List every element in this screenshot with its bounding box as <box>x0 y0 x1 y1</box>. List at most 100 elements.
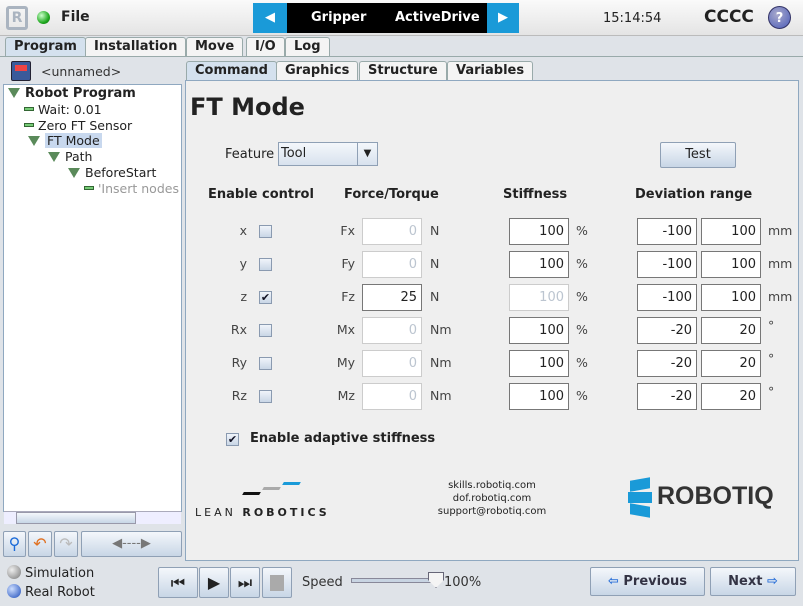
feature-label: Feature <box>225 147 275 162</box>
stiffness-unit: % <box>576 256 588 271</box>
undo-button[interactable]: ↶ <box>28 531 52 557</box>
deviation-min-input-x[interactable]: -100 <box>637 218 697 245</box>
step-button[interactable]: ⏭ <box>230 567 260 598</box>
enable-checkbox-x[interactable] <box>259 225 272 238</box>
tab-graphics[interactable]: Graphics <box>276 61 359 80</box>
current-program: ActiveDrive <box>395 10 480 25</box>
tab-structure[interactable]: Structure <box>359 61 447 80</box>
stiffness-unit: % <box>576 289 588 304</box>
enable-checkbox-ry[interactable] <box>259 357 272 370</box>
node-icon <box>24 107 34 111</box>
force-input-x[interactable]: 0 <box>362 218 422 245</box>
next-program-button[interactable]: ▶ <box>487 3 519 33</box>
move-node-button[interactable]: ◀----▶ <box>81 531 182 557</box>
tab-io[interactable]: I/O <box>246 37 285 56</box>
save-icon[interactable] <box>11 61 31 81</box>
stiffness-input-rz[interactable]: 100 <box>509 383 569 410</box>
help-icon[interactable]: ? <box>768 6 791 29</box>
feature-dropdown[interactable]: Tool ▼ <box>278 142 378 166</box>
tree-item-beforestart[interactable]: BeforeStart <box>68 165 156 180</box>
tree-label: Robot Program <box>25 86 136 101</box>
tree-item-insert-nodes[interactable]: 'Insert nodes <box>84 181 179 196</box>
enable-checkbox-z[interactable]: ✔ <box>259 291 272 304</box>
tree-item-path[interactable]: Path <box>48 149 92 164</box>
force-unit: N <box>430 289 440 304</box>
search-button[interactable]: ⚲ <box>3 531 26 557</box>
force-unit: N <box>430 256 440 271</box>
stiffness-input-y[interactable]: 100 <box>509 251 569 278</box>
simulation-radio[interactable]: Simulation <box>7 565 94 581</box>
play-button[interactable]: ▶ <box>199 567 229 598</box>
tab-variables[interactable]: Variables <box>447 61 534 80</box>
enable-checkbox-rx[interactable] <box>259 324 272 337</box>
deviation-max-input-y[interactable]: 100 <box>701 251 761 278</box>
node-icon <box>24 123 34 127</box>
enable-checkbox-rz[interactable] <box>259 390 272 403</box>
header-force-torque: Force/Torque <box>344 187 439 202</box>
tab-label: Log <box>294 39 321 54</box>
tab-log[interactable]: Log <box>285 37 330 56</box>
deviation-min-input-y[interactable]: -100 <box>637 251 697 278</box>
link-dof[interactable]: dof.robotiq.com <box>432 492 552 505</box>
deviation-max-input-z[interactable]: 100 <box>701 284 761 311</box>
test-label: Test <box>685 147 711 162</box>
speed-slider[interactable] <box>351 578 437 583</box>
ur-logo: R <box>6 6 28 30</box>
expand-icon <box>28 136 40 146</box>
stiffness-input-z[interactable]: 100 <box>509 284 569 311</box>
tree-item-robot-program[interactable]: Robot Program <box>8 86 136 101</box>
force-input-z[interactable]: 25 <box>362 284 422 311</box>
stiffness-input-ry[interactable]: 100 <box>509 350 569 377</box>
tree-item-wait[interactable]: Wait: 0.01 <box>24 102 102 117</box>
arrow-right-icon: ⇨ <box>766 574 778 589</box>
tab-label: Variables <box>456 63 525 78</box>
horizontal-scrollbar[interactable] <box>4 511 181 524</box>
force-input-y[interactable]: 0 <box>362 251 422 278</box>
previous-button[interactable]: ⇦ Previous <box>590 567 705 596</box>
redo-button[interactable]: ↷ <box>54 531 78 557</box>
deviation-min-input-rx[interactable]: -20 <box>637 317 697 344</box>
next-button[interactable]: Next ⇨ <box>710 567 796 596</box>
arrow-left-icon: ⇦ <box>607 574 619 589</box>
deviation-max-input-rx[interactable]: 20 <box>701 317 761 344</box>
expand-icon <box>68 168 80 178</box>
deviation-unit: mm <box>768 256 793 271</box>
deviation-min-input-ry[interactable]: -20 <box>637 350 697 377</box>
stop-button[interactable] <box>262 567 292 598</box>
enable-checkbox-y[interactable] <box>259 258 272 271</box>
program-selector[interactable]: Gripper ActiveDrive <box>287 3 487 33</box>
tree-label: Path <box>65 149 93 164</box>
tab-command[interactable]: Command <box>186 61 277 80</box>
adaptive-stiffness-checkbox[interactable]: ✔ <box>226 433 239 446</box>
test-button[interactable]: Test <box>660 142 736 168</box>
tree-item-ft-mode[interactable]: FT Mode <box>28 133 102 148</box>
tab-program[interactable]: Program <box>5 37 86 56</box>
tab-installation[interactable]: Installation <box>85 37 187 56</box>
prev-program-button[interactable]: ◀ <box>253 3 287 33</box>
deviation-min-input-rz[interactable]: -20 <box>637 383 697 410</box>
link-support[interactable]: support@robotiq.com <box>432 505 552 518</box>
rewind-button[interactable]: ⏮ <box>158 567 198 598</box>
stiffness-input-x[interactable]: 100 <box>509 218 569 245</box>
deviation-min-input-z[interactable]: -100 <box>637 284 697 311</box>
tree-item-zero-ft[interactable]: Zero FT Sensor <box>24 118 132 133</box>
force-input-ry[interactable]: 0 <box>362 350 422 377</box>
speed-slider-handle[interactable] <box>428 572 444 588</box>
force-input-rz[interactable]: 0 <box>362 383 422 410</box>
force-input-rx[interactable]: 0 <box>362 317 422 344</box>
force-unit: N <box>430 223 440 238</box>
tab-label: I/O <box>255 39 276 54</box>
stiffness-input-rx[interactable]: 100 <box>509 317 569 344</box>
deviation-max-input-rz[interactable]: 20 <box>701 383 761 410</box>
prev-program: Gripper <box>311 10 367 25</box>
link-skills[interactable]: skills.robotiq.com <box>432 479 552 492</box>
real-robot-radio[interactable]: Real Robot <box>7 584 95 600</box>
force-unit: Nm <box>430 355 452 370</box>
tree-label: 'Insert nodes <box>98 181 179 196</box>
deviation-max-input-ry[interactable]: 20 <box>701 350 761 377</box>
deviation-max-input-x[interactable]: 100 <box>701 218 761 245</box>
robot-name: CCCC <box>704 7 754 27</box>
tab-move[interactable]: Move <box>186 37 244 56</box>
previous-label: Previous <box>623 574 688 589</box>
file-menu[interactable]: File <box>61 9 90 25</box>
